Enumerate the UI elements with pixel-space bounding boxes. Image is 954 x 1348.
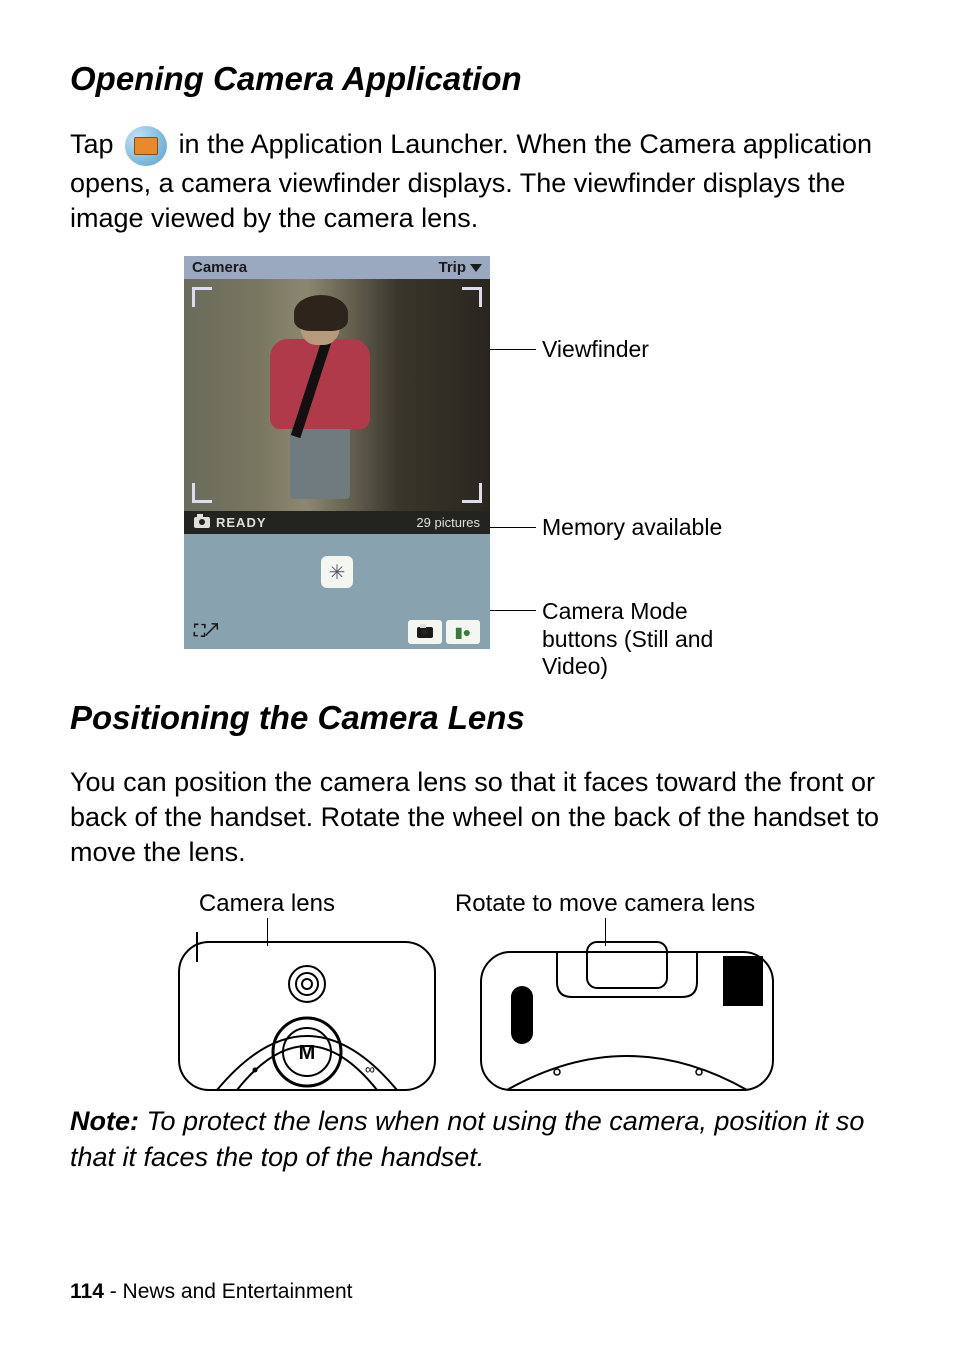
opening-camera-paragraph: Tap in the Application Launcher. When th… [70, 126, 884, 236]
memory-remaining-label: 29 pictures [416, 515, 480, 530]
note-paragraph: Note: To protect the lens when not using… [70, 1104, 884, 1174]
callouts-column: Viewfinder Memory available Camera Mode … [490, 256, 770, 649]
viewfinder-corner-icon [192, 287, 212, 307]
viewfinder-corner-icon [192, 483, 212, 503]
handset-back-diagram: M ∞ [177, 922, 437, 1092]
lens-diagram-section: Camera lens Rotate to move camera lens M [70, 890, 884, 1092]
handset-top-diagram [477, 922, 777, 1092]
text-before-icon: Tap [70, 129, 121, 159]
video-mode-button: ▮● [446, 620, 480, 644]
camera-status-icon [194, 517, 210, 528]
status-ready-label: READY [216, 515, 267, 530]
note-label: Note: [70, 1106, 139, 1136]
heading-positioning-lens: Positioning the Camera Lens [70, 699, 884, 737]
control-panel: ✳ ⛶↗ ▮● [184, 534, 490, 649]
viewfinder-area [184, 279, 490, 511]
status-bar: READY 29 pictures [184, 511, 490, 534]
viewfinder-corner-icon [462, 287, 482, 307]
viewfinder-subject [262, 297, 372, 497]
flash-button: ✳ [321, 556, 353, 588]
page-footer: 114 - News and Entertainment [70, 1280, 353, 1304]
callout-memory: Memory available [536, 514, 722, 542]
svg-text:∞: ∞ [365, 1061, 375, 1077]
callout-mode-buttons: Camera Mode buttons (Still and Video) [536, 598, 756, 681]
callout-viewfinder: Viewfinder [536, 336, 649, 364]
viewfinder-corner-icon [462, 483, 482, 503]
diagram-label-camera-lens: Camera lens [199, 890, 335, 918]
titlebar-album-menu: Trip [438, 259, 482, 276]
diagram-label-rotate: Rotate to move camera lens [455, 890, 755, 918]
dropdown-triangle-icon [470, 264, 482, 272]
fullscreen-icon: ⛶↗ [194, 623, 218, 641]
still-mode-button [408, 620, 442, 644]
phone-screenshot: Camera Trip [184, 256, 490, 649]
titlebar-album-label: Trip [438, 259, 466, 276]
heading-opening-camera: Opening Camera Application [70, 60, 884, 98]
titlebar-app-name: Camera [192, 259, 247, 276]
phone-titlebar: Camera Trip [184, 256, 490, 279]
camera-ui-figure: Camera Trip [70, 256, 884, 649]
page-number: 114 [70, 1280, 104, 1303]
note-text: To protect the lens when not using the c… [70, 1106, 864, 1171]
still-camera-icon [417, 627, 433, 638]
text-after-icon: in the Application Launcher. When the Ca… [70, 129, 872, 233]
camera-app-icon [125, 126, 167, 166]
positioning-paragraph: You can position the camera lens so that… [70, 765, 884, 870]
mode-button-group: ▮● [408, 620, 480, 644]
chapter-name: - News and Entertainment [104, 1280, 353, 1303]
